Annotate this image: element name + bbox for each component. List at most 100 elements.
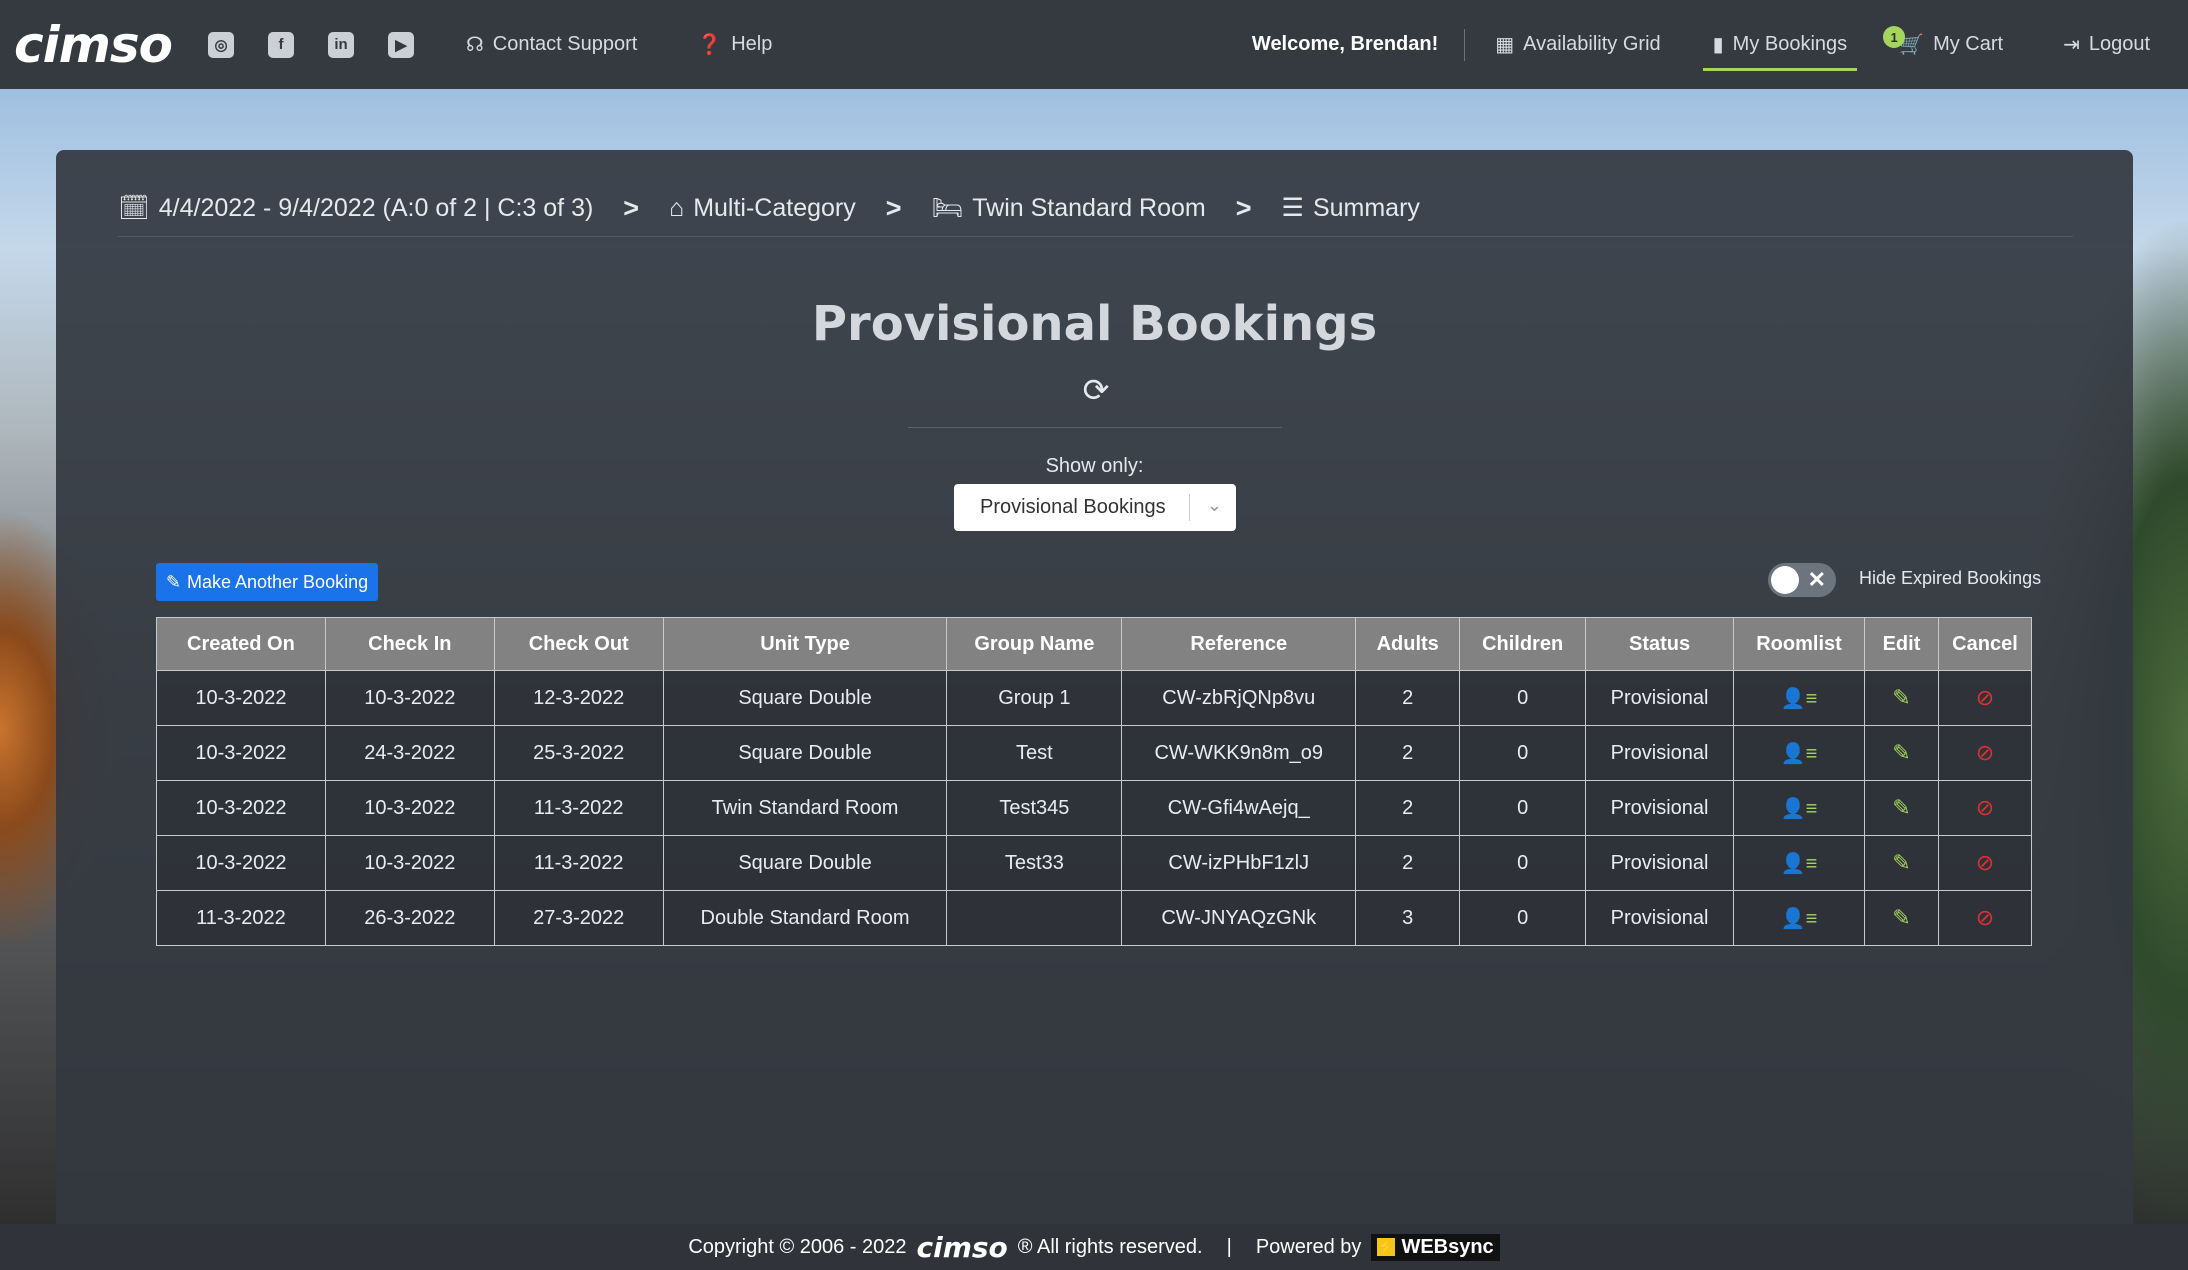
bookings-panel: 🗓 4/4/2022 - 9/4/2022 (A:0 of 2 | C:3 of… bbox=[56, 150, 2133, 1224]
breadcrumb-room-label: Twin Standard Room bbox=[972, 193, 1206, 222]
breadcrumb-category[interactable]: ⌂ Multi-Category bbox=[669, 194, 856, 223]
page-title: Provisional Bookings bbox=[811, 296, 1378, 352]
cancel-icon[interactable]: ⊘ bbox=[1976, 685, 1994, 710]
booking-filter-select[interactable]: Provisional Bookings ⌄ bbox=[954, 484, 1236, 531]
bookings-icon: ▮ bbox=[1712, 34, 1724, 56]
cancel-cell: ⊘ bbox=[1937, 780, 2033, 836]
cancel-icon[interactable]: ⊘ bbox=[1976, 740, 1994, 765]
bookings-table: Created On Check In Check Out Unit Type … bbox=[156, 617, 2033, 946]
availability-grid-link[interactable]: ▦ Availability Grid bbox=[1495, 0, 1660, 89]
refresh-icon[interactable]: ⟳ bbox=[1078, 372, 1114, 408]
hide-expired-toggle[interactable]: ✕ bbox=[1768, 563, 1836, 597]
header-edit: Edit bbox=[1864, 617, 1939, 671]
help-link[interactable]: ❓ Help bbox=[697, 32, 772, 57]
cancel-cell: ⊘ bbox=[1937, 670, 2033, 726]
help-label: Help bbox=[731, 33, 773, 55]
youtube-icon[interactable]: ▶ bbox=[388, 31, 414, 58]
rights-text: ® All rights reserved. bbox=[1017, 1235, 1203, 1258]
header-check-out[interactable]: Check Out bbox=[493, 617, 664, 671]
cell-adults: 2 bbox=[1355, 670, 1461, 726]
header-children[interactable]: Children bbox=[1459, 617, 1587, 671]
table-row: 10-3-2022 24-3-2022 25-3-2022 Square Dou… bbox=[156, 725, 2033, 781]
header-group-name[interactable]: Group Name bbox=[946, 617, 1123, 671]
header-status[interactable]: Status bbox=[1585, 617, 1735, 671]
roomlist-icon[interactable]: 👤≡ bbox=[1781, 908, 1818, 930]
top-navbar: cimso ◎ f in ▶ ☊ Contact Support ❓ Help … bbox=[0, 0, 2188, 89]
close-icon: ✕ bbox=[1807, 567, 1826, 592]
footer-divider: | bbox=[1226, 1235, 1232, 1258]
edit-cell: ✎ bbox=[1864, 670, 1939, 726]
edit-pencil-icon[interactable]: ✎ bbox=[1892, 850, 1910, 875]
websync-logo[interactable]: ⚡ WEBsync bbox=[1371, 1233, 1500, 1261]
breadcrumb-separator: > bbox=[623, 192, 640, 223]
edit-pencil-icon[interactable]: ✎ bbox=[1892, 905, 1910, 930]
cell-group-name: Test345 bbox=[946, 780, 1123, 836]
my-bookings-link[interactable]: ▮ My Bookings bbox=[1702, 0, 1857, 89]
cell-adults: 2 bbox=[1355, 835, 1461, 891]
cell-status: Provisional bbox=[1585, 780, 1735, 836]
cell-reference: CW-WKK9n8m_o9 bbox=[1121, 725, 1357, 781]
header-reference[interactable]: Reference bbox=[1121, 617, 1357, 671]
cancel-icon[interactable]: ⊘ bbox=[1976, 795, 1994, 820]
roomlist-cell: 👤≡ bbox=[1733, 835, 1865, 891]
header-unit-type[interactable]: Unit Type bbox=[662, 617, 948, 671]
roomlist-cell: 👤≡ bbox=[1733, 890, 1865, 946]
welcome-text: Welcome, Brendan! bbox=[1252, 28, 1466, 61]
cancel-cell: ⊘ bbox=[1937, 835, 2033, 891]
instagram-icon[interactable]: ◎ bbox=[208, 31, 234, 58]
roomlist-icon[interactable]: 👤≡ bbox=[1781, 798, 1818, 820]
logout-label: Logout bbox=[2088, 33, 2150, 55]
roomlist-icon[interactable]: 👤≡ bbox=[1781, 743, 1818, 765]
header-created-on[interactable]: Created On bbox=[156, 617, 326, 671]
make-another-booking-label: Make Another Booking bbox=[186, 571, 369, 592]
cell-check-in: 10-3-2022 bbox=[324, 835, 495, 891]
breadcrumb-dates[interactable]: 🗓 4/4/2022 - 9/4/2022 (A:0 of 2 | C:3 of… bbox=[118, 194, 593, 223]
home-icon: ⌂ bbox=[669, 193, 685, 222]
cell-check-out: 25-3-2022 bbox=[493, 725, 664, 781]
hide-expired-label: Hide Expired Bookings bbox=[1859, 568, 2042, 588]
breadcrumb-summary[interactable]: ☰ Summary bbox=[1282, 193, 1420, 223]
table-row: 11-3-2022 26-3-2022 27-3-2022 Double Sta… bbox=[156, 890, 2033, 946]
breadcrumb-separator: > bbox=[885, 192, 902, 223]
cell-created-on: 11-3-2022 bbox=[156, 890, 326, 946]
facebook-icon[interactable]: f bbox=[268, 31, 294, 58]
cancel-icon[interactable]: ⊘ bbox=[1976, 905, 1994, 930]
cell-check-in: 26-3-2022 bbox=[324, 890, 495, 946]
toggle-knob bbox=[1771, 566, 1799, 594]
roomlist-icon[interactable]: 👤≡ bbox=[1781, 688, 1818, 710]
my-cart-link[interactable]: 1 🛒 My Cart bbox=[1883, 0, 2003, 89]
cell-adults: 2 bbox=[1355, 725, 1461, 781]
cell-created-on: 10-3-2022 bbox=[156, 835, 326, 891]
logout-link[interactable]: ⇥ Logout bbox=[2063, 0, 2150, 89]
cell-reference: CW-JNYAQzGNk bbox=[1121, 890, 1357, 946]
roomlist-cell: 👤≡ bbox=[1733, 725, 1865, 781]
edit-cell: ✎ bbox=[1864, 890, 1939, 946]
edit-pencil-icon[interactable]: ✎ bbox=[1892, 685, 1910, 710]
cell-group-name bbox=[946, 890, 1123, 946]
footer-cimso-logo: cimso bbox=[916, 1230, 1008, 1264]
cell-unit-type: Square Double bbox=[662, 835, 948, 891]
breadcrumb-summary-label: Summary bbox=[1312, 193, 1420, 222]
breadcrumb-room[interactable]: 🛏 Twin Standard Room bbox=[932, 194, 1206, 223]
cell-check-out: 11-3-2022 bbox=[493, 780, 664, 836]
header-check-in[interactable]: Check In bbox=[324, 617, 495, 671]
divider bbox=[908, 427, 1282, 428]
edit-pencil-icon[interactable]: ✎ bbox=[1892, 740, 1910, 765]
linkedin-icon[interactable]: in bbox=[328, 31, 354, 58]
cancel-icon[interactable]: ⊘ bbox=[1976, 850, 1994, 875]
roomlist-icon[interactable]: 👤≡ bbox=[1781, 853, 1818, 875]
websync-label: WEBsync bbox=[1401, 1235, 1494, 1258]
bed-icon: 🛏 bbox=[931, 193, 964, 222]
cell-status: Provisional bbox=[1585, 725, 1735, 781]
cell-unit-type: Square Double bbox=[662, 670, 948, 726]
cell-unit-type: Twin Standard Room bbox=[662, 780, 948, 836]
cimso-logo[interactable]: cimso bbox=[14, 16, 173, 74]
cell-check-out: 11-3-2022 bbox=[493, 835, 664, 891]
cell-check-in: 10-3-2022 bbox=[324, 670, 495, 726]
edit-pencil-icon[interactable]: ✎ bbox=[1892, 795, 1910, 820]
header-adults[interactable]: Adults bbox=[1355, 617, 1461, 671]
breadcrumb-separator: > bbox=[1235, 192, 1252, 223]
cell-created-on: 10-3-2022 bbox=[156, 670, 326, 726]
contact-support-link[interactable]: ☊ Contact Support bbox=[466, 32, 637, 57]
make-another-booking-button[interactable]: ✎ Make Another Booking bbox=[156, 563, 378, 601]
